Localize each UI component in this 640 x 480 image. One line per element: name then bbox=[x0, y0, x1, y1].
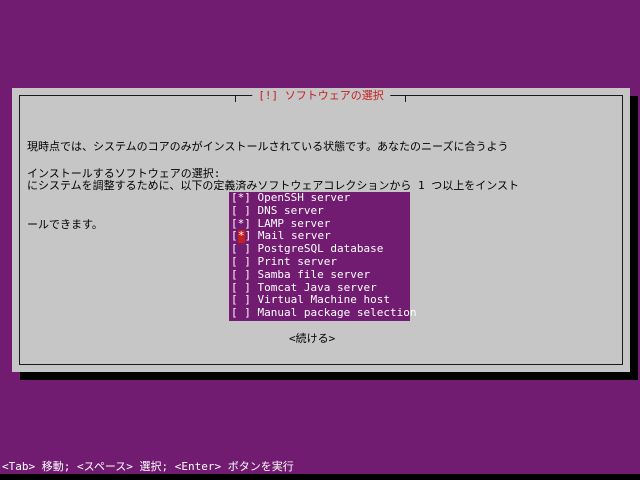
list-item-manual-package[interactable]: [ ] Manual package selection bbox=[229, 306, 416, 320]
installer-screen: [!] ソフトウェアの選択 現時点では、システムのコアのみがインストールされてい… bbox=[0, 0, 640, 480]
select-label: インストールするソフトウェアの選択: bbox=[27, 167, 221, 180]
continue-button[interactable]: <続ける> bbox=[289, 332, 335, 346]
title-bracket-right bbox=[405, 96, 406, 102]
list-item-label: LAMP server bbox=[257, 216, 331, 230]
checkbox[interactable]: [ ] bbox=[231, 306, 251, 320]
checkbox[interactable]: [*] bbox=[231, 191, 251, 205]
list-item-label: Manual package selection bbox=[257, 306, 417, 320]
software-listbox[interactable]: [*] OpenSSH server [ ] DNS server [*] LA… bbox=[229, 191, 416, 321]
list-item-label: Samba file server bbox=[257, 267, 371, 281]
list-item-label: Print server bbox=[257, 254, 337, 268]
checkbox[interactable]: [ ] bbox=[231, 268, 251, 282]
list-item-label: Tomcat Java server bbox=[257, 280, 377, 294]
dialog-title: [!] ソフトウェアの選択 bbox=[252, 89, 390, 103]
prompt-line: 現時点では、システムのコアのみがインストールされている状態です。あなたのニーズに… bbox=[27, 140, 509, 153]
list-item-label: OpenSSH server bbox=[257, 191, 351, 204]
title-bracket-left bbox=[235, 96, 236, 102]
list-item-label: Mail server bbox=[257, 229, 331, 243]
checkbox[interactable]: [ ] bbox=[231, 204, 251, 218]
bottom-band bbox=[0, 474, 640, 480]
list-item-label: PostgreSQL database bbox=[257, 242, 384, 256]
list-item-label: Virtual Machine host bbox=[257, 293, 390, 307]
status-bar: <Tab> 移動; <スペース> 選択; <Enter> ボタンを実行 bbox=[2, 460, 294, 473]
list-item-label: DNS server bbox=[257, 203, 324, 217]
checkbox[interactable]: [ ] bbox=[231, 255, 251, 269]
